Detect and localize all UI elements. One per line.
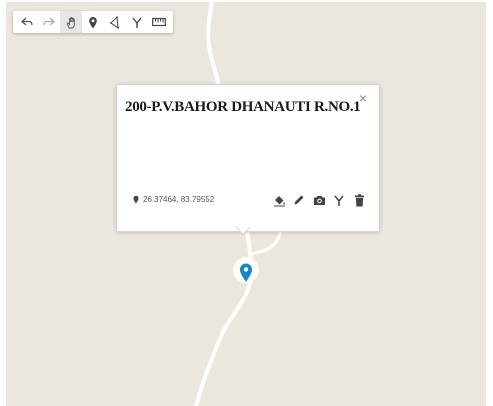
map-marker[interactable] xyxy=(232,250,260,288)
camera-icon xyxy=(313,196,325,205)
add-marker-button[interactable] xyxy=(82,11,104,33)
location-marker-icon xyxy=(233,257,259,283)
map-toolbar xyxy=(13,11,173,33)
draw-polygon-button[interactable] xyxy=(104,11,126,33)
photo-button[interactable] xyxy=(309,191,329,209)
branch-icon xyxy=(132,17,142,28)
delete-button[interactable] xyxy=(349,191,369,209)
paint-bucket-icon xyxy=(273,195,285,206)
undo-button[interactable] xyxy=(16,11,38,33)
fill-color-button[interactable] xyxy=(269,191,289,209)
trash-icon xyxy=(354,193,364,206)
undo-icon xyxy=(21,17,33,26)
redo-button[interactable] xyxy=(38,11,60,33)
marker-pin-icon xyxy=(89,16,97,28)
popup-actions xyxy=(269,191,369,209)
measure-button[interactable] xyxy=(148,11,170,33)
popup-pointer xyxy=(233,227,253,247)
marker-popup: 200-P.V.BAHOR DHANAUTI R.NO.1 × 26.37464… xyxy=(116,84,380,232)
branch-button[interactable] xyxy=(329,191,349,209)
branch-icon xyxy=(334,195,344,206)
ruler-icon xyxy=(152,17,166,27)
pencil-icon xyxy=(294,195,304,205)
coordinates-row: 26.37464, 83.79552 xyxy=(133,195,214,204)
location-pin-icon xyxy=(133,195,139,204)
polygon-icon xyxy=(110,15,119,29)
redo-icon xyxy=(43,17,55,26)
branch-tool-button[interactable] xyxy=(126,11,148,33)
popup-title: 200-P.V.BAHOR DHANAUTI R.NO.1 xyxy=(125,99,361,115)
edit-button[interactable] xyxy=(289,191,309,209)
coordinates-text: 26.37464, 83.79552 xyxy=(143,195,215,204)
pan-tool-button[interactable] xyxy=(60,11,82,33)
popup-close-button[interactable]: × xyxy=(357,91,369,105)
hand-pan-icon xyxy=(66,16,75,28)
